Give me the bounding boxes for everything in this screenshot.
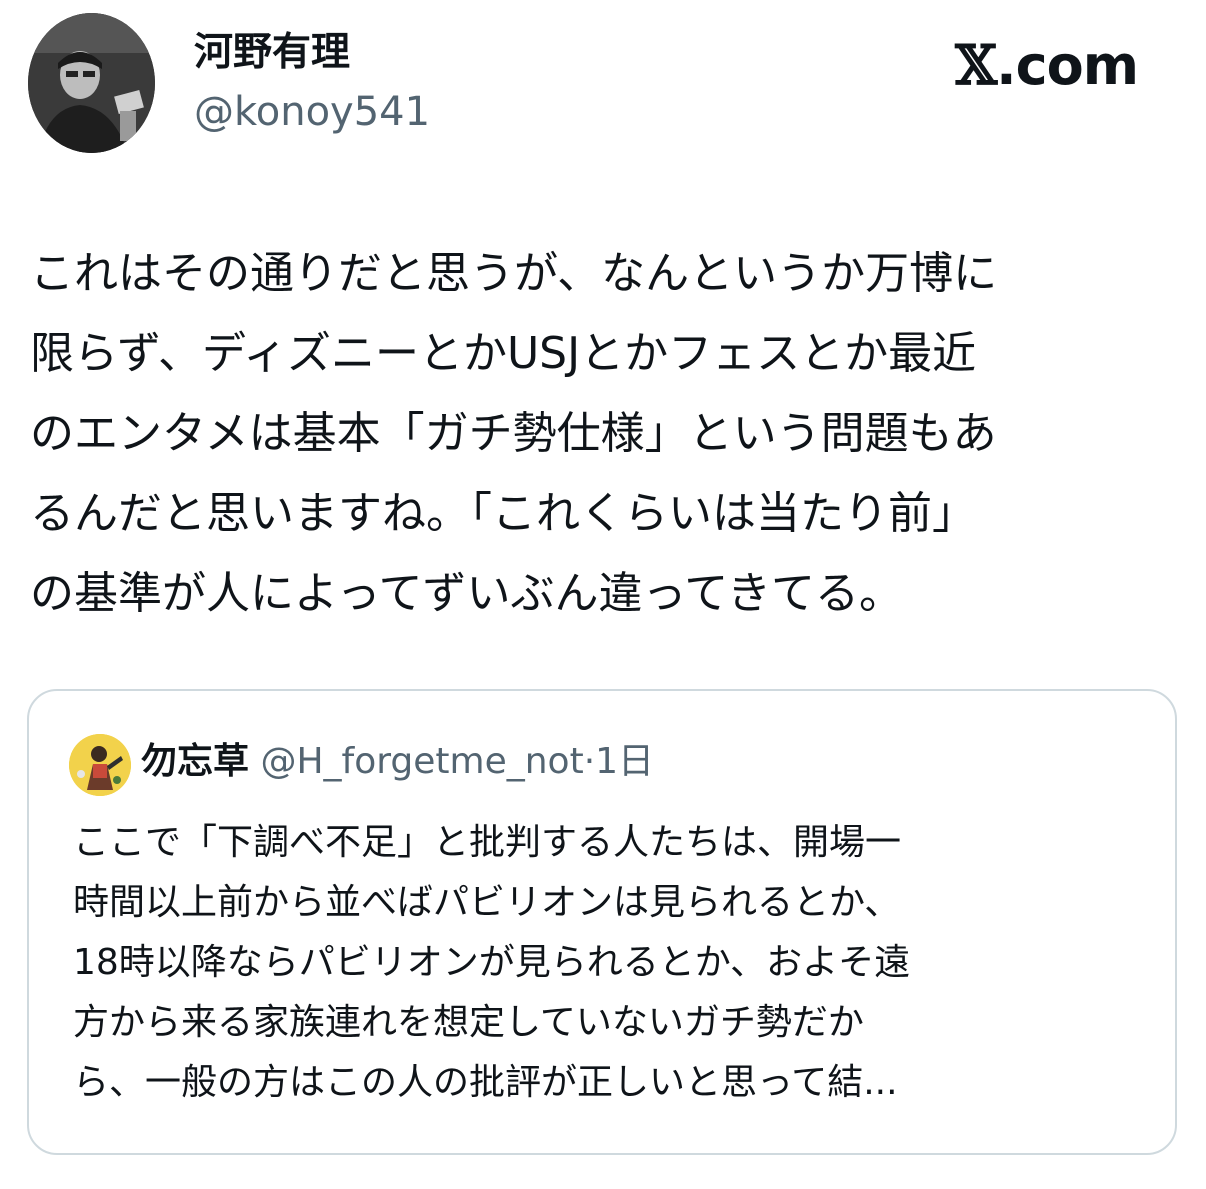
quoted-text-line: ここで「下調べ不足」と批判する人たちは、開場一: [73, 822, 902, 863]
quoted-tweet-body: ここで「下調べ不足」と批判する人たちは、開場一 時間以上前から並べばパビリオンは…: [73, 813, 1143, 1113]
author-avatar[interactable]: [28, 13, 155, 153]
quoted-display-name[interactable]: 勿忘草: [141, 741, 249, 782]
tweet-text-line: のエンタメは基本「ガチ勢仕様」という問題もあ: [30, 408, 997, 459]
tweet-text-line: 限らず、ディズニーとかUSJとかフェスとか最近: [30, 328, 977, 379]
tweet-header: 河野有理 @konoy541 𝕏.com: [28, 13, 1178, 153]
quoted-text-line: 時間以上前から並べばパビリオンは見られるとか、: [73, 882, 901, 923]
x-brand-suffix: .com: [996, 34, 1139, 97]
quoted-timestamp[interactable]: 1日: [595, 741, 654, 782]
quoted-author-avatar[interactable]: [69, 734, 131, 796]
author-handle[interactable]: @konoy541: [194, 89, 430, 135]
tweet-text-line: これはその通りだと思うが、なんというか万博に: [30, 248, 998, 299]
quoted-header: 勿忘草 @H_forgetme_not·1日: [141, 737, 654, 787]
author-display-name[interactable]: 河野有理: [194, 30, 350, 76]
quoted-tweet-card[interactable]: 勿忘草 @H_forgetme_not·1日 ここで「下調べ不足」と批判する人た…: [27, 689, 1177, 1155]
quoted-separator: ·: [583, 741, 596, 782]
quoted-text-line: 18時以降ならパビリオンが見られるとか、およそ遠: [73, 942, 911, 983]
x-brand-icon: 𝕏: [955, 33, 997, 97]
quoted-text-line: ら、一般の方はこの人の批評が正しいと思って結...: [73, 1062, 898, 1103]
quoted-handle[interactable]: @H_forgetme_not: [260, 741, 583, 782]
quoted-text-line: 方から来る家族連れを想定していないガチ勢だか: [73, 1002, 864, 1043]
tweet-body: これはその通りだと思うが、なんというか万博に 限らず、ディズニーとかUSJとかフ…: [30, 234, 1170, 634]
tweet-text-line: るんだと思いますね。「これくらいは当たり前」: [30, 488, 976, 539]
x-logo: 𝕏.com: [955, 33, 1139, 97]
tweet-text-line: の基準が人によってずいぶん違ってきてる。: [30, 568, 903, 619]
